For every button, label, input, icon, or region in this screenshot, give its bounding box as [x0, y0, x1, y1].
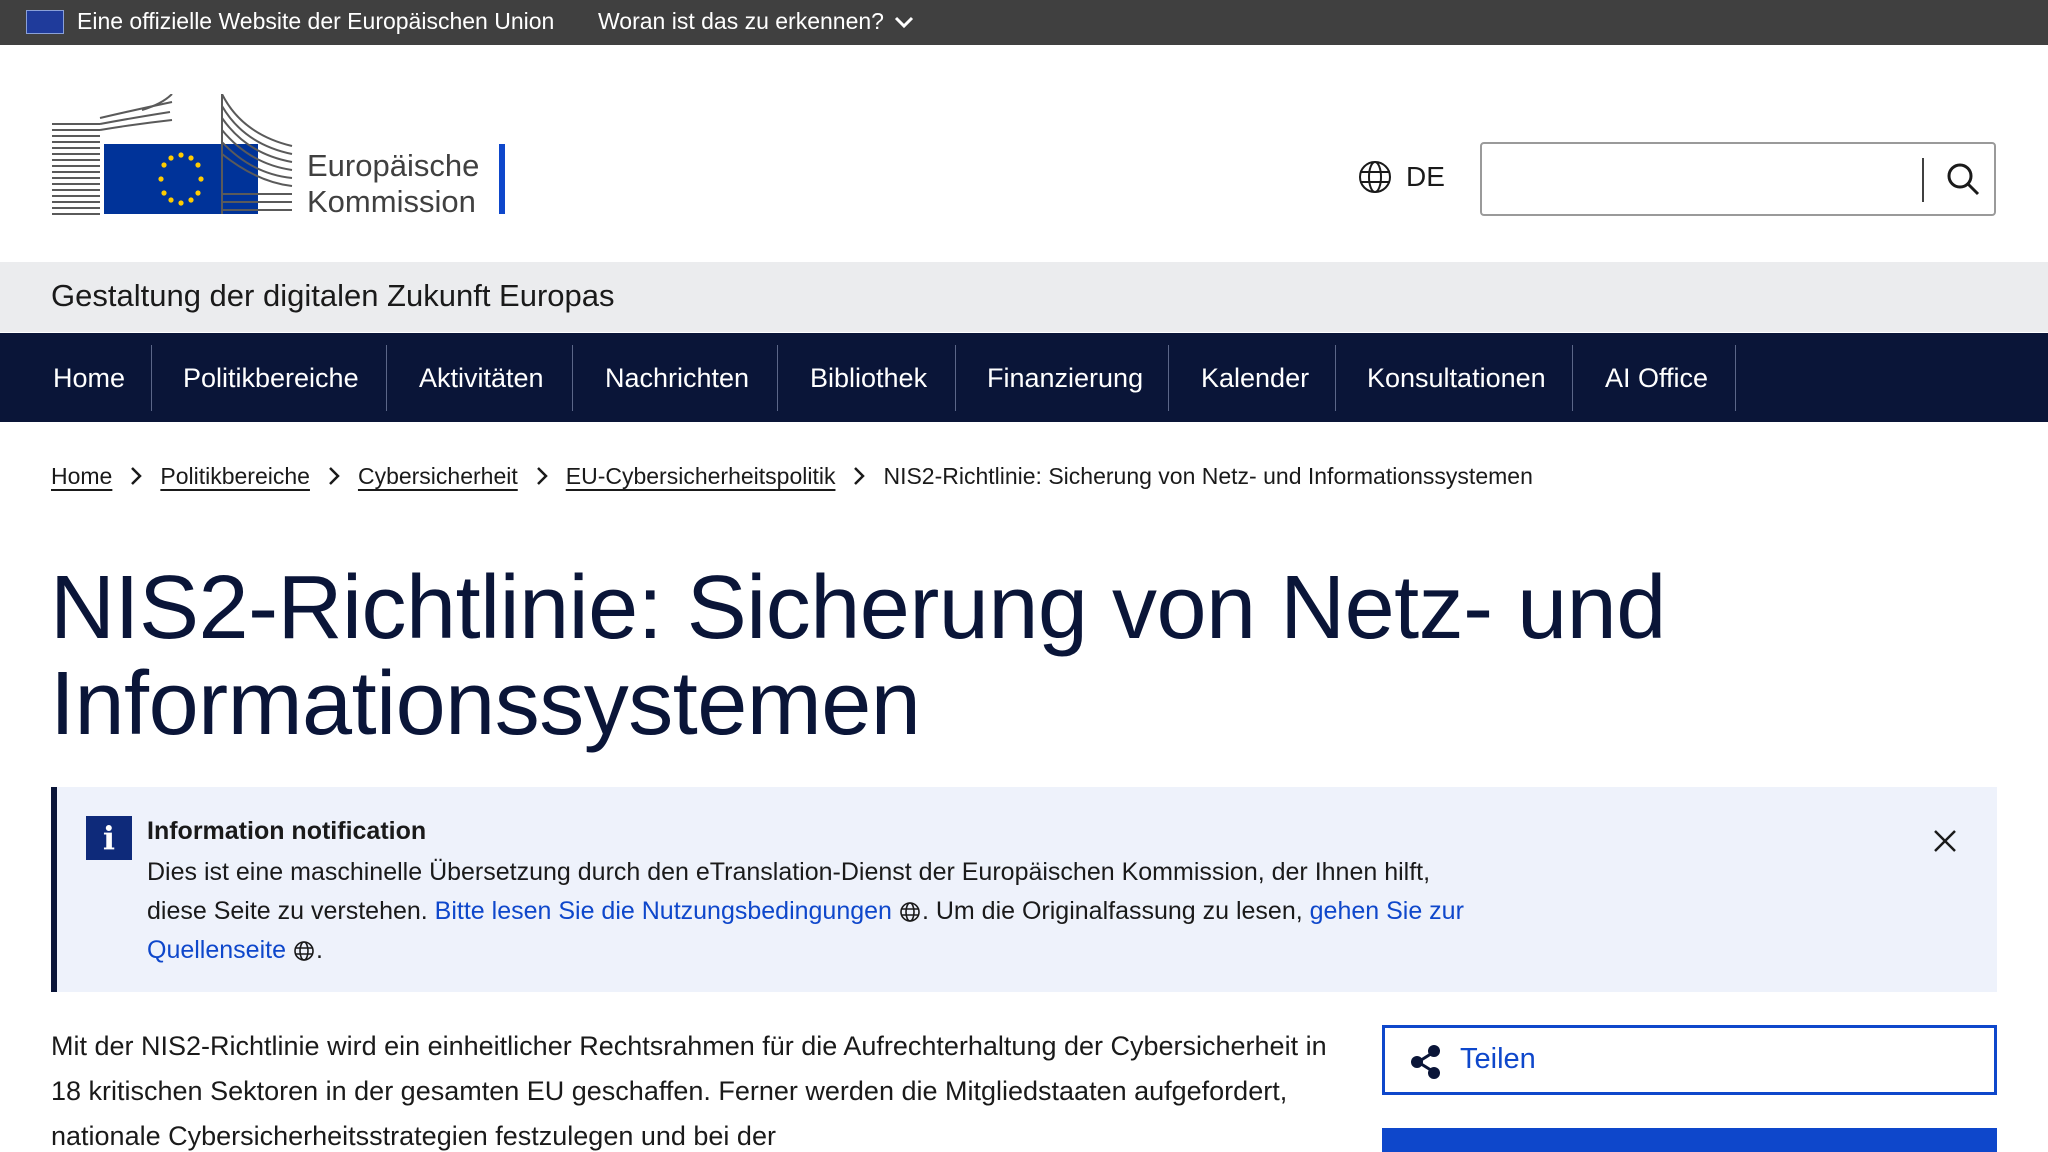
nav-divider — [1735, 345, 1736, 411]
nav-item-finanzierung[interactable]: Finanzierung — [987, 345, 1143, 411]
nav-divider — [1168, 345, 1169, 411]
site-name[interactable]: Gestaltung der digitalen Zukunft Europas — [51, 278, 615, 314]
share-label: Teilen — [1460, 1043, 1536, 1075]
share-button[interactable]: Teilen — [1382, 1025, 1997, 1095]
notification-title: Information notification — [147, 817, 427, 845]
page-title-line-2: Informationssystemen — [50, 654, 921, 754]
breadcrumb-link-politikbereiche[interactable]: Politikbereiche — [160, 463, 310, 490]
info-icon: i — [86, 816, 132, 860]
logo-text[interactable]: Europäische Kommission — [307, 148, 479, 220]
chevron-down-icon — [894, 16, 914, 28]
chevron-right-icon — [835, 466, 883, 486]
intro-paragraph: Mit der NIS2-Richtlinie wird ein einheit… — [51, 1031, 1327, 1151]
nav-divider — [151, 345, 152, 411]
chevron-right-icon — [518, 466, 566, 486]
sidebar-primary-block — [1382, 1128, 1997, 1152]
site-name-bar: Gestaltung der digitalen Zukunft Europas — [0, 262, 2048, 332]
nav-divider — [777, 345, 778, 411]
page-title: NIS2-Richtlinie: Sicherung von Netz- und… — [50, 560, 1950, 752]
logo-line-1: Europäische — [307, 148, 480, 183]
main-navigation: Home Politikbereiche Aktivitäten Nachric… — [0, 333, 2048, 422]
breadcrumb-link-home[interactable]: Home — [51, 463, 112, 490]
share-icon — [1411, 1045, 1440, 1079]
chevron-right-icon — [310, 466, 358, 486]
nav-item-home[interactable]: Home — [53, 345, 125, 411]
nav-item-nachrichten[interactable]: Nachrichten — [605, 345, 749, 411]
nav-divider — [572, 345, 573, 411]
language-selector[interactable]: DE — [1358, 160, 1445, 194]
search-input[interactable] — [1494, 154, 1934, 204]
nav-item-aktivitaeten[interactable]: Aktivitäten — [419, 345, 544, 411]
search-icon — [1947, 163, 1980, 196]
information-notification: i Information notification Dies ist eine… — [51, 787, 1997, 992]
terms-of-use-link[interactable]: Bitte lesen Sie die Nutzungsbedingungen — [435, 897, 892, 925]
search-separator — [1922, 158, 1924, 202]
notification-text-2: . Um die Originalfassung zu lesen, — [921, 897, 1310, 925]
breadcrumb-link-eu-cybersicherheitspolitik[interactable]: EU-Cybersicherheitspolitik — [566, 463, 836, 490]
how-to-recognize-label: Woran ist das zu erkennen? — [598, 8, 884, 34]
nav-item-kalender[interactable]: Kalender — [1201, 345, 1309, 411]
notification-body: Dies ist eine maschinelle Übersetzung du… — [147, 853, 1487, 970]
search-button[interactable] — [1934, 150, 1992, 208]
nav-item-bibliothek[interactable]: Bibliothek — [810, 345, 927, 411]
official-website-text: Eine offizielle Website der Europäischen… — [77, 8, 555, 34]
eu-flag-icon — [26, 10, 64, 34]
search-box — [1480, 142, 1996, 216]
nav-item-konsultationen[interactable]: Konsultationen — [1367, 345, 1546, 411]
nav-divider — [386, 345, 387, 411]
nav-item-politikbereiche[interactable]: Politikbereiche — [183, 345, 359, 411]
close-icon — [1934, 830, 1956, 852]
breadcrumb-link-cybersicherheit[interactable]: Cybersicherheit — [358, 463, 518, 490]
breadcrumb-current: NIS2-Richtlinie: Sicherung von Netz- und… — [883, 462, 1533, 489]
breadcrumb: Home Politikbereiche Cybersicherheit EU-… — [51, 459, 1533, 493]
eu-official-banner: Eine offizielle Website der Europäischen… — [0, 0, 2048, 45]
nav-divider — [1335, 345, 1336, 411]
logo-line-2: Kommission — [307, 184, 476, 219]
logo-accent-bar — [499, 144, 505, 214]
nav-divider — [1572, 345, 1573, 411]
how-to-recognize-toggle[interactable]: Woran ist das zu erkennen? — [598, 8, 914, 35]
external-globe-icon — [294, 941, 314, 961]
chevron-right-icon — [112, 466, 160, 486]
page-title-line-1: NIS2-Richtlinie: Sicherung von Netz- und — [50, 558, 1666, 658]
language-code: DE — [1406, 161, 1445, 192]
nav-divider — [955, 345, 956, 411]
nav-item-ai-office[interactable]: AI Office — [1605, 345, 1708, 411]
notification-text-3: . — [315, 936, 323, 964]
close-notification-button[interactable] — [1927, 823, 1963, 859]
external-globe-icon — [900, 902, 920, 922]
globe-icon — [1359, 161, 1391, 193]
